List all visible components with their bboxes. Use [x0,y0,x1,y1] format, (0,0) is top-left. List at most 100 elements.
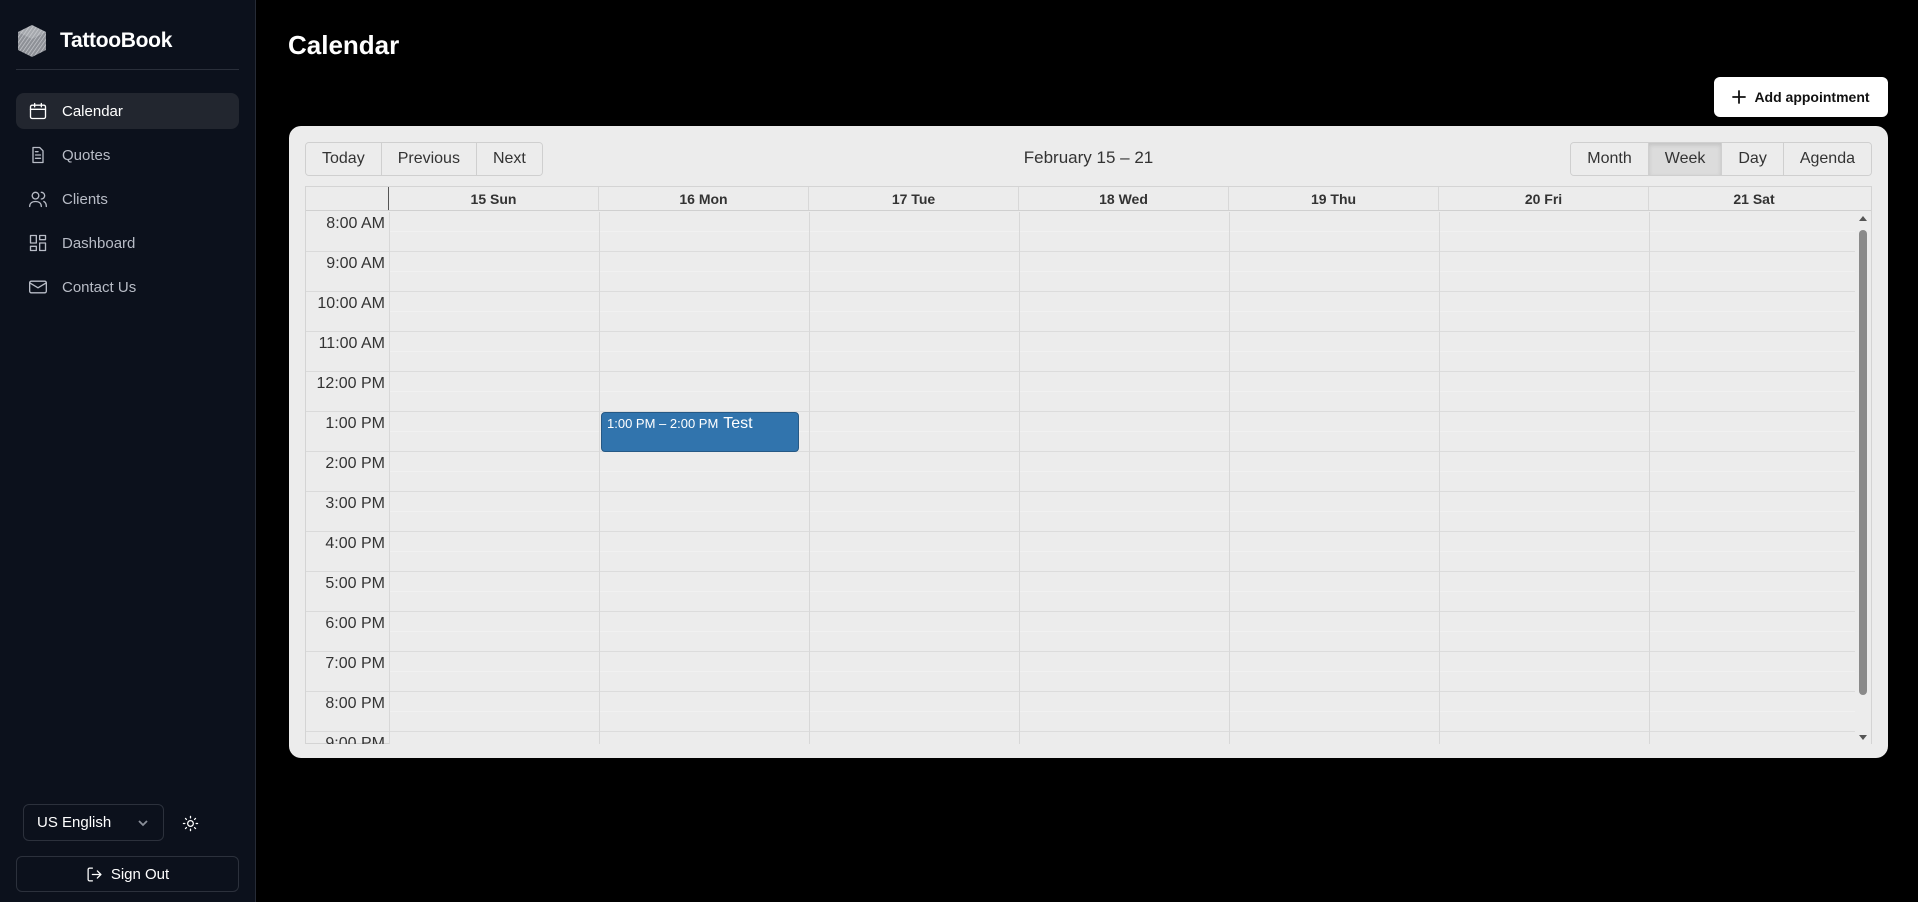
time-slot-cell[interactable] [1440,612,1649,652]
time-slot-cell[interactable] [1020,532,1229,572]
language-select[interactable]: US English [23,804,164,841]
view-month-button[interactable]: Month [1571,143,1649,175]
time-slot-cell[interactable] [810,212,1019,252]
time-slot-cell[interactable] [810,532,1019,572]
sidebar-item-quotes[interactable]: Quotes [16,137,239,173]
time-slot-cell[interactable] [390,612,599,652]
time-slot-cell[interactable] [390,372,599,412]
time-slot-cell[interactable] [600,532,809,572]
sign-out-button[interactable]: Sign Out [16,856,239,892]
time-slot-cell[interactable] [810,252,1019,292]
time-slot-cell[interactable] [1650,252,1856,292]
time-slot-cell[interactable] [1650,412,1856,452]
time-slot-cell[interactable] [390,252,599,292]
time-slot-cell[interactable] [810,332,1019,372]
time-slot-cell[interactable] [1230,732,1439,744]
time-slot-cell[interactable] [1650,612,1856,652]
time-slot-cell[interactable] [600,692,809,732]
day-header[interactable]: 15 Sun [389,187,599,210]
day-column[interactable] [389,212,599,744]
next-button[interactable]: Next [476,143,542,175]
time-slot-cell[interactable] [1650,332,1856,372]
scroll-thumb[interactable] [1859,230,1867,695]
time-slot-cell[interactable] [1650,452,1856,492]
time-slot-cell[interactable] [1440,652,1649,692]
time-slot-cell[interactable] [390,532,599,572]
time-slot-cell[interactable] [1230,212,1439,252]
view-week-button[interactable]: Week [1648,143,1723,175]
day-column[interactable] [809,212,1019,744]
day-header[interactable]: 17 Tue [809,187,1019,210]
time-slot-cell[interactable] [1230,332,1439,372]
time-slot-cell[interactable] [1650,292,1856,332]
time-slot-cell[interactable] [1020,492,1229,532]
time-slot-cell[interactable] [600,652,809,692]
day-header[interactable]: 16 Mon [599,187,809,210]
time-slot-cell[interactable] [810,492,1019,532]
time-slot-cell[interactable] [1650,732,1856,744]
time-slot-cell[interactable] [1020,452,1229,492]
time-slot-cell[interactable] [1020,292,1229,332]
time-slot-cell[interactable] [1650,212,1856,252]
day-column[interactable] [1229,212,1439,744]
time-slot-cell[interactable] [600,332,809,372]
time-slot-cell[interactable] [1440,212,1649,252]
time-slot-cell[interactable] [810,572,1019,612]
add-appointment-button[interactable]: Add appointment [1714,77,1888,117]
vertical-scrollbar[interactable] [1855,212,1871,744]
day-header[interactable]: 21 Sat [1649,187,1859,210]
brand[interactable]: TattooBook [16,22,239,70]
time-slot-cell[interactable] [600,372,809,412]
previous-button[interactable]: Previous [381,143,477,175]
time-slot-cell[interactable] [1650,532,1856,572]
time-slot-cell[interactable] [1650,572,1856,612]
view-agenda-button[interactable]: Agenda [1783,143,1871,175]
time-slot-cell[interactable] [1230,412,1439,452]
time-slot-cell[interactable] [390,452,599,492]
time-slot-cell[interactable] [600,492,809,532]
time-slot-cell[interactable] [1230,612,1439,652]
time-slot-cell[interactable] [1020,652,1229,692]
time-slot-cell[interactable] [1020,252,1229,292]
time-slot-cell[interactable] [810,612,1019,652]
time-slot-cell[interactable] [1020,332,1229,372]
time-slot-cell[interactable] [1230,452,1439,492]
scroll-up-arrow-icon[interactable] [1858,214,1868,224]
time-slot-cell[interactable] [1230,692,1439,732]
time-slot-cell[interactable] [1440,492,1649,532]
time-slot-cell[interactable] [810,292,1019,332]
time-slot-cell[interactable] [1020,572,1229,612]
time-slot-cell[interactable] [600,612,809,652]
time-slot-cell[interactable] [1230,652,1439,692]
time-slot-cell[interactable] [810,732,1019,744]
time-slot-cell[interactable] [810,452,1019,492]
time-slot-cell[interactable] [1440,572,1649,612]
time-slot-cell[interactable] [600,732,809,744]
time-slot-cell[interactable] [1440,372,1649,412]
sidebar-item-calendar[interactable]: Calendar [16,93,239,129]
time-slot-cell[interactable] [810,652,1019,692]
time-slot-cell[interactable] [600,572,809,612]
time-slot-cell[interactable] [1020,372,1229,412]
sidebar-item-clients[interactable]: Clients [16,181,239,217]
time-slot-cell[interactable] [390,492,599,532]
time-slot-cell[interactable] [390,332,599,372]
time-slot-cell[interactable] [390,212,599,252]
time-slot-cell[interactable] [390,292,599,332]
time-slot-cell[interactable] [1440,292,1649,332]
time-slot-cell[interactable] [1230,492,1439,532]
time-slot-cell[interactable] [1020,612,1229,652]
day-header[interactable]: 19 Thu [1229,187,1439,210]
time-slot-cell[interactable] [600,252,809,292]
time-slot-cell[interactable] [1650,692,1856,732]
time-slot-cell[interactable] [1650,652,1856,692]
day-column[interactable]: 1:00 PM – 2:00 PM Test [599,212,809,744]
theme-toggle-button[interactable] [178,811,202,835]
day-column[interactable] [1019,212,1229,744]
day-header[interactable]: 20 Fri [1439,187,1649,210]
time-slot-cell[interactable] [1440,532,1649,572]
day-header[interactable]: 18 Wed [1019,187,1229,210]
time-slot-cell[interactable] [1230,252,1439,292]
time-slot-cell[interactable] [810,372,1019,412]
time-slot-cell[interactable] [1230,532,1439,572]
